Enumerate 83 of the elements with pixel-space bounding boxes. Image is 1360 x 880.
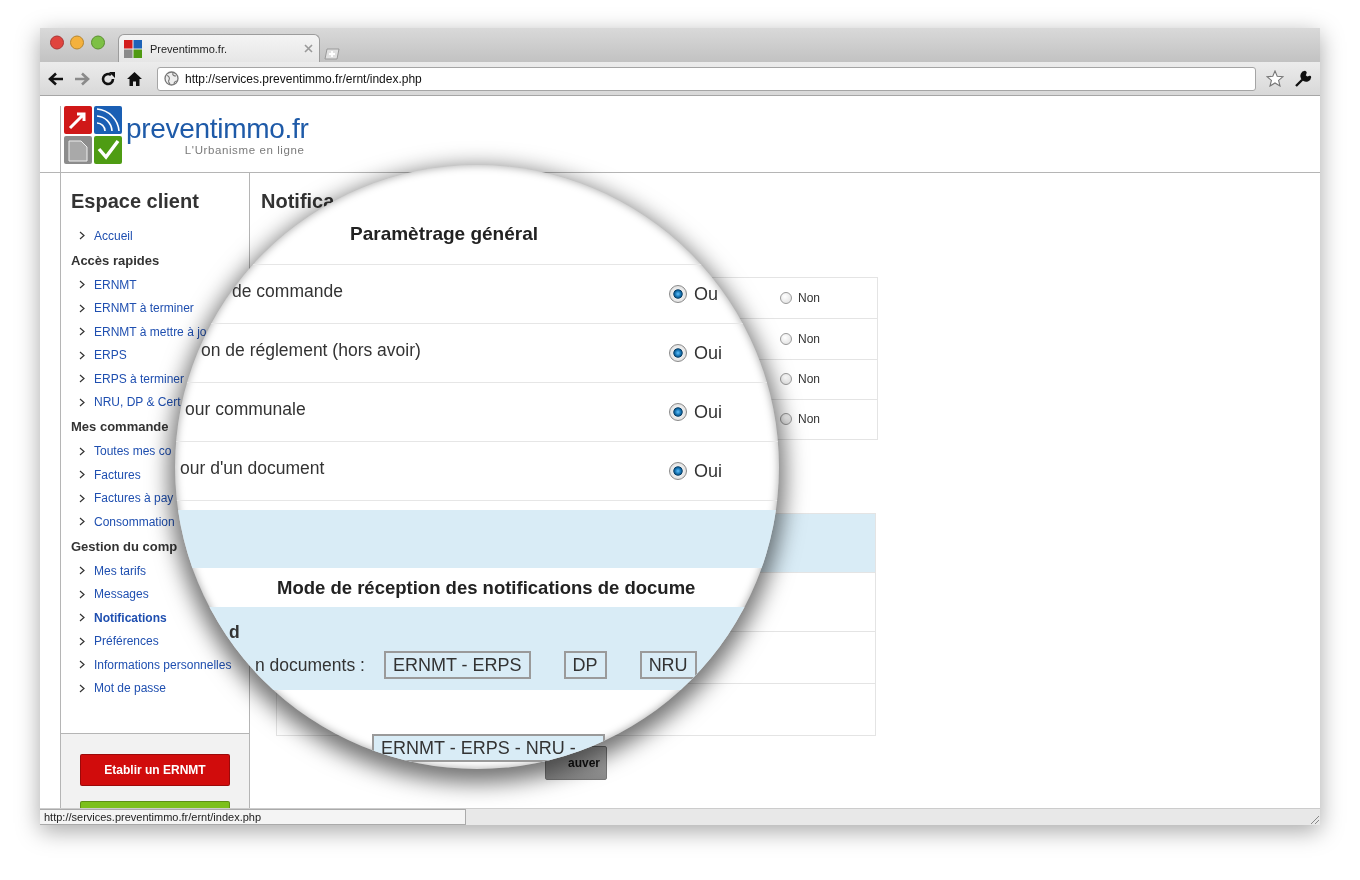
section-heading: Gestion du comp [71, 537, 179, 556]
chevron-icon [79, 613, 85, 623]
option-label: Non [798, 331, 820, 346]
globe-icon [164, 71, 179, 86]
sidebar-link[interactable]: Préférences [94, 634, 159, 649]
sidebar-link[interactable]: Notifications [94, 610, 167, 625]
sidebar-title: Espace client [71, 189, 200, 213]
tagline: L'Urbanisme en ligne [184, 144, 305, 156]
resize-grip-icon[interactable] [1308, 813, 1320, 825]
sidebar-link[interactable]: NRU, DP & Cert [94, 395, 181, 410]
document-type-button[interactable]: NRU [639, 651, 697, 679]
logo-text: preventimmo.fr [126, 114, 309, 144]
sidebar-link[interactable]: ERNMT à mettre à jo [94, 324, 207, 339]
sidebar-link[interactable]: Accueil [94, 228, 133, 243]
option-label: Oui [694, 401, 722, 423]
sidebar-link[interactable]: Factures à pay [94, 491, 174, 506]
sidebar-link[interactable]: ERNMT à terminer [94, 301, 194, 316]
option-label: Ou [694, 283, 718, 305]
radio-button[interactable] [780, 373, 792, 386]
field-label: d [228, 621, 240, 644]
setting-label: on de réglement (hors avoir) [200, 339, 422, 361]
wrench-icon[interactable] [1294, 69, 1312, 88]
chevron-icon [79, 446, 85, 456]
forward-icon[interactable] [74, 71, 90, 86]
option-label: Non [798, 372, 820, 387]
status-url: http://services.preventimmo.fr/ernt/index.php [40, 809, 466, 825]
radio-button[interactable] [780, 413, 792, 426]
option-label: Non [798, 412, 820, 427]
home-icon[interactable] [126, 70, 143, 87]
reload-icon[interactable] [100, 70, 116, 87]
section-heading: Accès rapides [71, 251, 161, 270]
sidebar-link[interactable]: ERNMT [94, 277, 137, 292]
chevron-icon [79, 660, 85, 670]
radio-button[interactable] [669, 403, 687, 421]
sidebar-link[interactable]: Toutes mes co [94, 444, 172, 459]
section-heading: Paramètrage général [350, 223, 538, 244]
sidebar-link[interactable]: ERPS [94, 348, 127, 363]
chevron-icon [79, 493, 85, 503]
section-heading: Mes commande [71, 418, 170, 436]
chevron-icon [79, 350, 85, 360]
radio-button[interactable] [669, 462, 687, 480]
sidebar-link[interactable]: Informations personnelles [94, 657, 232, 672]
logo-icon [64, 106, 122, 164]
chevron-icon [79, 397, 85, 407]
chevron-icon [79, 374, 85, 384]
option-label: Oui [694, 460, 722, 482]
sidebar-link[interactable]: ERPS à terminer [94, 371, 185, 386]
chevron-icon [79, 231, 85, 241]
chevron-icon [79, 280, 85, 290]
document-type-button[interactable]: ERNMT - ERPS [383, 651, 531, 679]
browser-tab[interactable]: Preventimmo.fr. [118, 34, 320, 62]
action-button[interactable]: Etablir un ERNMT [80, 754, 230, 786]
back-icon[interactable] [48, 71, 64, 86]
chevron-icon [79, 683, 85, 693]
address-bar[interactable]: http://services.preventimmo.fr/ernt/index.php [157, 66, 1256, 91]
chevron-icon [79, 327, 85, 337]
setting-label: our d'un document [179, 457, 326, 479]
window-controls-icon[interactable] [50, 35, 106, 50]
radio-button[interactable] [780, 292, 792, 305]
chevron-icon [79, 303, 85, 313]
setting-label: de commande [231, 280, 344, 302]
chevron-icon [79, 636, 85, 646]
radio-button[interactable] [669, 285, 687, 303]
document-type-button[interactable]: DP [563, 651, 607, 679]
sidebar-link[interactable]: Mes tarifs [94, 563, 146, 578]
sidebar-link[interactable]: Consommation [94, 514, 175, 529]
chevron-icon [79, 517, 85, 527]
field-label: n documents : [255, 654, 365, 676]
section-heading: Mode de réception des notifications de docume [277, 576, 696, 599]
favicon-icon [124, 39, 142, 58]
chevron-icon [79, 589, 85, 599]
radio-button[interactable] [669, 344, 687, 362]
option-label: Non [798, 291, 820, 306]
star-icon[interactable] [1266, 70, 1284, 87]
new-tab-icon[interactable] [324, 48, 340, 60]
sidebar-link[interactable]: Mot de passe [94, 681, 167, 696]
chevron-icon [79, 566, 85, 576]
radio-button[interactable] [780, 332, 792, 345]
option-label: Oui [694, 342, 722, 364]
sidebar-link[interactable]: Messages [94, 587, 149, 602]
sidebar-link[interactable]: Factures [94, 467, 141, 482]
chevron-icon [79, 470, 85, 480]
close-icon[interactable] [304, 44, 313, 53]
